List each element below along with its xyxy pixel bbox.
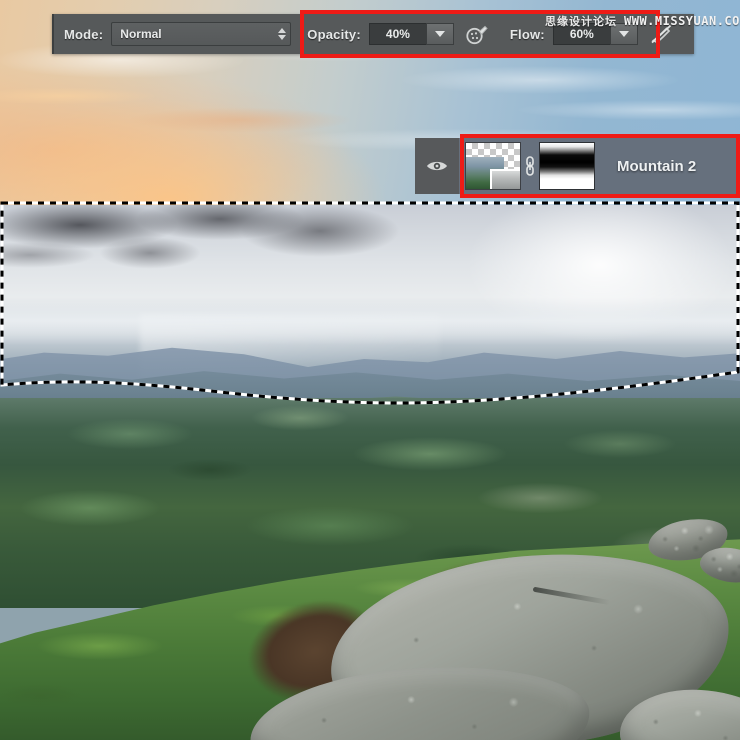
up-down-spinner-icon[interactable] (278, 28, 287, 40)
pressure-for-size-icon[interactable] (644, 18, 678, 50)
mist-band (0, 301, 740, 345)
opacity-label: Opacity: (307, 26, 361, 42)
airbrush-icon[interactable] (460, 18, 494, 50)
layers-panel: Mountain 2 (415, 138, 740, 194)
blend-mode-dropdown[interactable]: Normal (111, 22, 292, 46)
layer-mask-thumbnail-icon[interactable] (539, 142, 595, 190)
layer-row-mountain-2[interactable]: Mountain 2 (459, 138, 740, 194)
dark-storm-cloud (0, 205, 420, 279)
opacity-field[interactable]: 40% (368, 23, 454, 45)
flow-value: 60% (569, 27, 594, 41)
mode-label: Mode: (64, 26, 104, 42)
opacity-value: 40% (385, 27, 410, 41)
opacity-chevron-down-icon[interactable] (425, 23, 454, 45)
opacity-input[interactable]: 40% (368, 23, 426, 45)
canvas-photo (0, 0, 740, 740)
blend-mode-value: Normal (120, 27, 162, 41)
layer-visibility-toggle[interactable] (415, 138, 459, 194)
layer-thumbnail-icon[interactable] (465, 142, 521, 190)
bright-cloud-highlight (440, 205, 740, 375)
flow-chevron-down-icon[interactable] (609, 23, 638, 45)
link-chain-icon[interactable] (521, 155, 539, 177)
photoshop-screenshot: Mode: Normal Opacity: 40% Flow: 60% 思缘设计… (0, 0, 740, 740)
layer-name: Mountain 2 (617, 157, 697, 175)
brush-options-bar: Mode: Normal Opacity: 40% Flow: 60% (52, 14, 694, 54)
flow-input[interactable]: 60% (552, 23, 610, 45)
eye-icon (427, 161, 447, 171)
flow-label: Flow: (509, 26, 545, 42)
flow-field[interactable]: 60% (552, 23, 638, 45)
pasted-mountain-layer-region (0, 205, 740, 410)
